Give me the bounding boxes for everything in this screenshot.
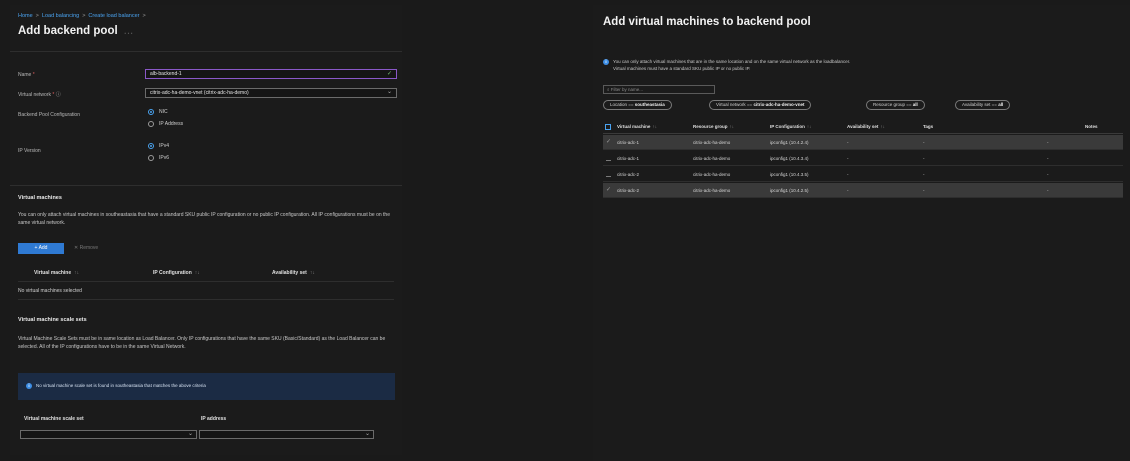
chevron-down-icon: ⌄ [364,431,370,437]
virtual-network-label: Virtual network * ⓘ [18,92,61,98]
vmss-heading: Virtual machine scale sets [18,317,87,323]
col-ip-configuration[interactable]: IP Configuration ↑↓ [153,270,200,276]
col-vmss: Virtual machine scale set [24,416,84,422]
breadcrumb-separator: > [82,13,86,19]
col-tags: Tags [923,124,934,129]
divider [10,51,402,52]
more-options-icon[interactable]: ... [124,25,134,37]
radio-empty-icon [148,121,154,127]
backend-pool-config-label: Backend Pool Configuration [18,112,80,118]
table-divider [18,281,394,282]
row-checkbox[interactable] [606,156,611,161]
radio-ip-address[interactable]: IP Address [148,121,183,127]
virtual-network-value: citrix-adc-ha-demo-vnet (citrix-adc-ha-d… [150,90,249,96]
radio-selected-icon [148,143,154,149]
filter-pill-availability-set[interactable]: Availability set == all [955,100,1011,110]
info-icon: i [603,58,609,65]
valid-check-icon: ✓ [386,71,392,77]
vm-table-header: Virtual machine ↑↓ Resource group ↑↓ IP Co… [603,121,1123,134]
breadcrumb-home[interactable]: Home [18,13,33,19]
col-ip-configuration[interactable]: IP Configuration ↑↓ [770,124,811,129]
col-notes: Notes [1085,124,1098,129]
filter-pill-resource-group[interactable]: Resource group == all [866,100,925,110]
empty-vm-row: No virtual machines selected [18,288,82,294]
add-backend-pool-panel: Home > Load balancing > Create load balancer… [10,5,402,455]
col-virtual-machine[interactable]: Virtual machine ↑↓ [34,270,79,276]
radio-selected-icon [148,109,154,115]
ip-version-label: IP Version [18,148,41,154]
col-availability-set[interactable]: Availability set ↑↓ [272,270,315,276]
radio-nic[interactable]: NIC [148,109,168,115]
vm-info-text: i You can only attach virtual machines th… [603,58,850,72]
info-icon: ⓘ [55,92,61,98]
table-divider [18,299,394,300]
info-icon: i [26,383,32,389]
name-input[interactable]: alb-backend-1 ✓ [145,69,397,79]
virtual-network-select[interactable]: citrix-adc-ha-demo-vnet (citrix-adc-ha-d… [145,88,397,98]
checkmark-icon[interactable]: ✓ [606,138,611,145]
breadcrumb-separator: > [35,13,39,19]
search-icon: ⌕ [607,87,610,92]
virtual-machines-heading: Virtual machines [18,195,62,201]
col-availability-set[interactable]: Availability set ↑↓ [847,124,885,129]
name-label: Name * [18,72,35,78]
radio-ipv6[interactable]: IPv6 [148,155,169,161]
chevron-down-icon: ⌄ [386,89,392,95]
col-resource-group[interactable]: Resource group ↑↓ [693,124,734,129]
vm-row[interactable]: citrix-adc-2 citrix-adc-ha-demo ipconfig… [603,167,1123,182]
panel-title: Add virtual machines to backend pool [603,16,811,28]
breadcrumb-load-balancing[interactable]: Load balancing [42,13,79,19]
vm-row[interactable]: citrix-adc-1 citrix-adc-ha-demo ipconfig… [603,151,1123,166]
virtual-machines-description: You can only attach virtual machines in … [18,212,390,226]
breadcrumb-separator: > [142,13,146,19]
ip-address-select[interactable]: ⌄ [199,430,374,439]
divider [10,185,402,186]
radio-empty-icon [148,155,154,161]
add-vms-panel: Add virtual machines to backend pool i Yo… [593,5,1130,461]
filter-pill-virtual-network[interactable]: Virtual network == citrix-adc-ha-demo-vn… [709,100,812,110]
row-checkbox[interactable] [606,172,611,177]
checkmark-icon[interactable]: ✓ [606,186,611,193]
sort-icon: ↑↓ [309,270,315,276]
filter-input[interactable]: ⌕ Filter by name... [603,85,715,94]
add-vm-button[interactable]: + Add [18,243,64,254]
page-title-text: Add backend pool [18,25,118,37]
col-ip-address: IP address [201,416,227,422]
filter-pill-location[interactable]: Location == southeastasia [603,100,672,110]
vm-row[interactable]: ✓ citrix-adc-1 citrix-adc-ha-demo ipconf… [603,135,1123,150]
breadcrumb-create-load-balancer[interactable]: Create load balancer [88,13,139,19]
vmss-description: Virtual Machine Scale Sets must be in sa… [18,336,386,350]
page-title: Add backend pool... [18,25,133,37]
vmss-info-banner: i No virtual machine scale set is found i… [18,373,395,400]
remove-vm-button[interactable]: ✕ Remove [74,243,124,254]
screenshot-frame: Home > Load balancing > Create load balancer… [0,0,1130,461]
vm-row[interactable]: ✓ citrix-adc-2 citrix-adc-ha-demo ipconf… [603,183,1123,198]
radio-ipv4[interactable]: IPv4 [148,143,169,149]
breadcrumb: Home > Load balancing > Create load balancer… [18,13,149,19]
chevron-down-icon: ⌄ [187,431,193,437]
select-all-checkbox[interactable] [605,124,611,130]
vmss-select[interactable]: ⌄ [20,430,197,439]
col-virtual-machine[interactable]: Virtual machine ↑↓ [617,124,657,129]
name-value: alb-backend-1 [150,71,182,77]
sort-icon: ↑↓ [74,270,80,276]
sort-icon: ↑↓ [194,270,200,276]
